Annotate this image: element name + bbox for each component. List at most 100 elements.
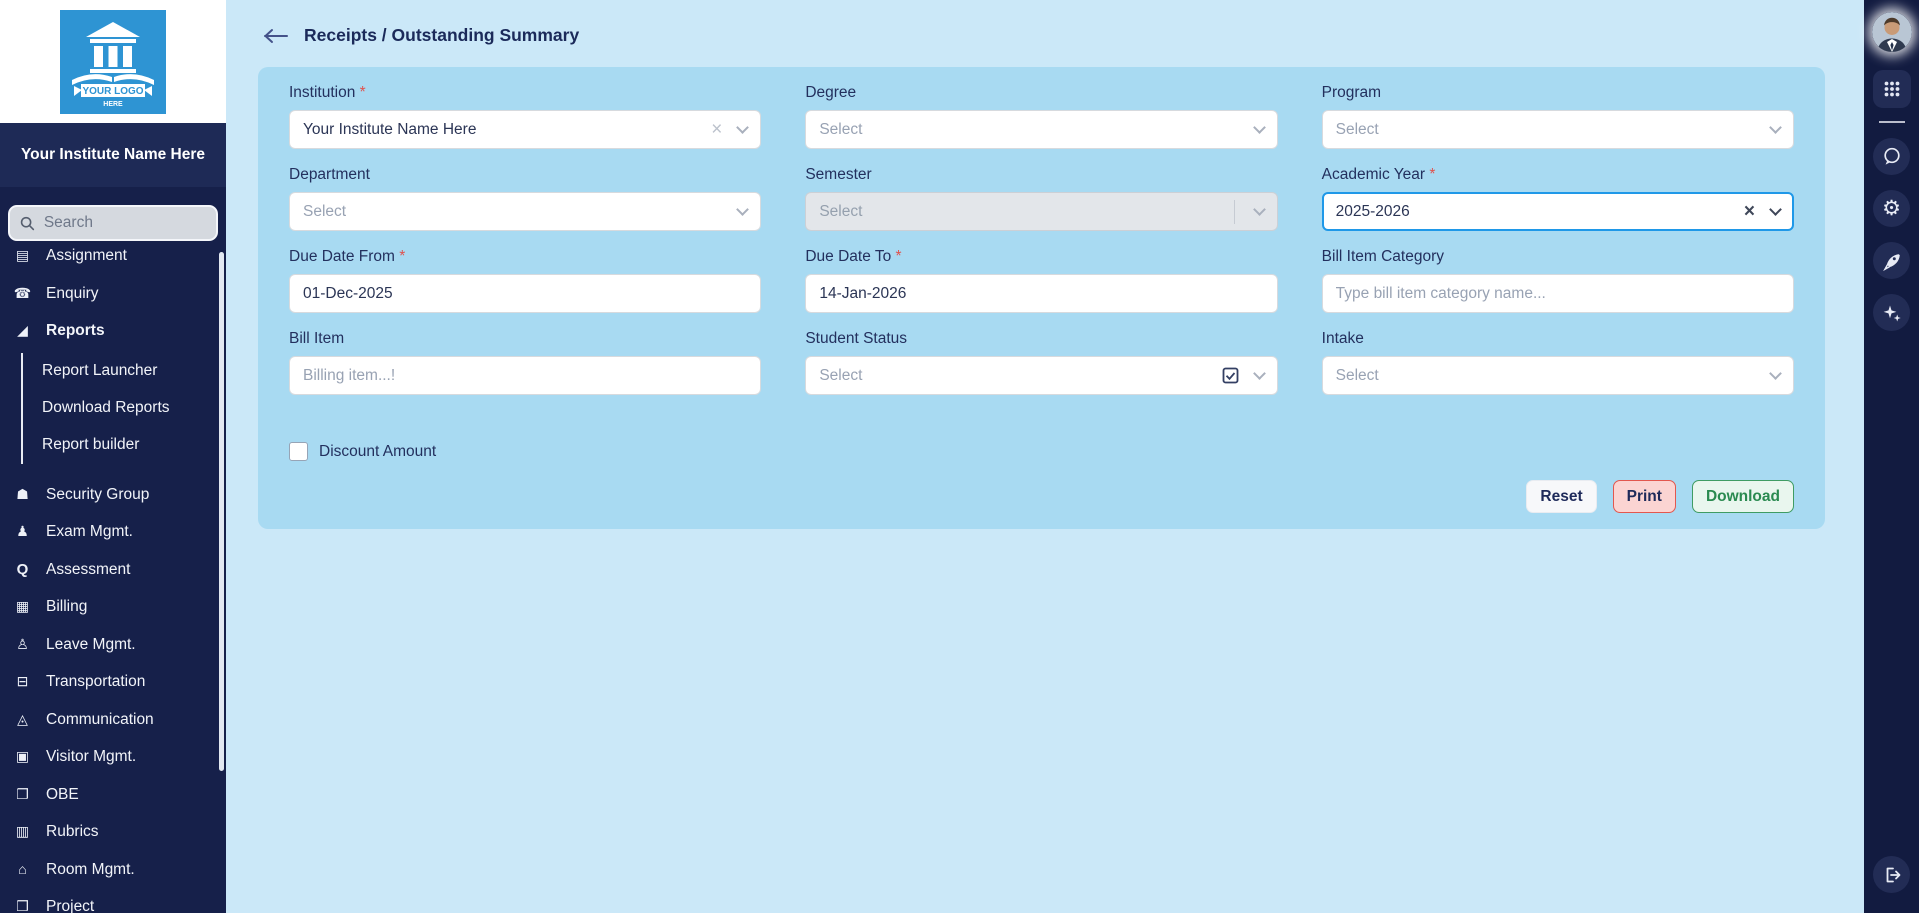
user-avatar[interactable]	[1872, 12, 1912, 52]
rubrics-icon: ▥	[13, 822, 32, 842]
download-button[interactable]: Download	[1692, 480, 1794, 513]
sidebar-item-reports[interactable]: ◢Reports	[0, 312, 226, 350]
due-date-from-input[interactable]	[289, 274, 761, 313]
institution-label: Institution *	[289, 84, 761, 102]
field-student-status: Student Status Select	[805, 313, 1277, 395]
reset-button[interactable]: Reset	[1526, 480, 1596, 513]
enquiry-icon: ☎	[13, 284, 32, 304]
print-button[interactable]: Print	[1613, 480, 1676, 513]
sidebar-item-exam-mgmt[interactable]: ♟ Exam Mgmt.	[0, 513, 226, 551]
clear-icon[interactable]: ×	[1744, 202, 1755, 221]
sidebar-item-assessment[interactable]: Q Assessment	[0, 551, 226, 589]
sidebar-item-project[interactable]: ❒Project	[0, 888, 226, 913]
discount-amount-checkbox[interactable]	[289, 442, 308, 461]
back-arrow-icon[interactable]	[263, 28, 289, 44]
search-input[interactable]	[44, 214, 206, 232]
exam-mgmt-icon: ♟	[13, 522, 32, 542]
sidebar-item-label: Exam Mgmt.	[46, 522, 133, 542]
leave-mgmt-icon: ♙	[13, 635, 32, 655]
academic-year-label: Academic Year *	[1322, 166, 1794, 184]
academic-year-value: 2025-2026	[1336, 203, 1410, 221]
semester-label: Semester	[805, 166, 1277, 184]
svg-text:YOUR LOGO: YOUR LOGO	[82, 86, 143, 97]
filter-card: Institution *Your Institute Name Here×De…	[258, 67, 1825, 529]
assignment-icon: ▤	[13, 246, 32, 266]
sidebar-subitem-download-reports[interactable]: Download Reports	[42, 390, 226, 427]
department-select[interactable]: Select	[289, 192, 761, 231]
reports-submenu: Report LauncherDownload ReportsReport bu…	[21, 353, 226, 464]
security-group-icon: ☗	[13, 485, 32, 505]
student-status-value: Select	[819, 367, 862, 385]
sidebar-item-visitor-mgmt[interactable]: ▣ Visitor Mgmt.	[0, 738, 226, 776]
sidebar-item-label: Project	[46, 897, 94, 913]
launch-button[interactable]	[1873, 242, 1910, 279]
sidebar-search[interactable]	[8, 205, 218, 241]
communication-icon: ◬	[13, 710, 32, 730]
sidebar-item-label: Enquiry	[46, 284, 99, 304]
sidebar-item-transportation[interactable]: ⊟ Transportation	[0, 663, 226, 701]
sidebar-subitem-report-builder[interactable]: Report builder	[42, 427, 226, 464]
degree-value: Select	[819, 121, 862, 139]
chevron-down-icon	[1253, 367, 1266, 380]
field-semester: Semester Select	[805, 149, 1277, 231]
intake-value: Select	[1336, 367, 1379, 385]
required-asterisk: *	[891, 248, 901, 265]
logout-button[interactable]	[1873, 856, 1910, 893]
academic-year-select[interactable]: 2025-2026 ×	[1322, 192, 1794, 231]
sidebar-item-security-group[interactable]: ☗ Security Group	[0, 476, 226, 514]
sidebar-item-label: Transportation	[46, 672, 145, 692]
bill-item-category-input[interactable]	[1322, 274, 1794, 313]
sidebar-item-leave-mgmt[interactable]: ♙ Leave Mgmt.	[0, 626, 226, 664]
sidebar-item-label: OBE	[46, 785, 79, 805]
degree-select[interactable]: Select	[805, 110, 1277, 149]
bill-item-input[interactable]	[289, 356, 761, 395]
institution-select[interactable]: Your Institute Name Here ×	[289, 110, 761, 149]
apps-grid-button[interactable]	[1873, 70, 1911, 108]
field-institution: Institution * Your Institute Name Here ×	[289, 84, 761, 149]
semester-value: Select	[819, 203, 862, 221]
chat-button[interactable]	[1873, 138, 1910, 175]
sidebar-subitem-report-launcher[interactable]: Report Launcher	[42, 353, 226, 390]
institution-value: Your Institute Name Here	[303, 121, 476, 139]
sidebar-item-enquiry[interactable]: ☎ Enquiry	[0, 275, 226, 313]
settings-button[interactable]: ⚙	[1873, 190, 1910, 227]
student-status-label: Student Status	[805, 330, 1277, 348]
sidebar-item-label: Billing	[46, 597, 87, 617]
sidebar-item-label: Security Group	[46, 485, 149, 505]
logout-icon	[1882, 865, 1902, 885]
sidebar-item-label: Leave Mgmt.	[46, 635, 136, 655]
due-date-to-label: Due Date To *	[805, 248, 1277, 266]
clear-icon[interactable]: ×	[711, 120, 722, 139]
assessment-icon: Q	[13, 560, 32, 580]
semester-icons	[1234, 200, 1264, 224]
chevron-down-icon	[736, 121, 749, 134]
sidebar-item-room-mgmt[interactable]: ⌂Room Mgmt.	[0, 851, 226, 889]
sidebar-item-obe[interactable]: ❐OBE	[0, 776, 226, 814]
sidebar-item-assignment[interactable]: ▤Assignment	[0, 246, 226, 275]
student-status-icons	[1222, 367, 1264, 384]
sidebar-item-rubrics[interactable]: ▥Rubrics	[0, 813, 226, 851]
intake-select[interactable]: Select	[1322, 356, 1794, 395]
gear-icon: ⚙	[1882, 198, 1901, 219]
sidebar-scrollbar[interactable]	[219, 252, 224, 771]
transportation-icon: ⊟	[13, 672, 32, 692]
sparkles-icon	[1882, 303, 1902, 323]
program-select[interactable]: Select	[1322, 110, 1794, 149]
sidebar-item-label: Visitor Mgmt.	[46, 747, 136, 767]
ai-assist-button[interactable]	[1873, 294, 1910, 331]
visitor-mgmt-icon: ▣	[13, 747, 32, 767]
page-header: Receipts / Outstanding Summary	[226, 0, 1864, 46]
page-title: Receipts / Outstanding Summary	[304, 25, 579, 46]
grid-icon	[1883, 80, 1901, 98]
chevron-down-icon	[1769, 367, 1782, 380]
semester-select[interactable]: Select	[805, 192, 1277, 231]
right-rail: ⚙	[1864, 0, 1919, 913]
due-date-from-label: Due Date From *	[289, 248, 761, 266]
institute-logo: YOUR LOGO HERE	[60, 10, 166, 114]
main-content: Receipts / Outstanding Summary Instituti…	[226, 0, 1864, 913]
sidebar-item-label: Assessment	[46, 560, 130, 580]
sidebar-item-billing[interactable]: ▦Billing	[0, 588, 226, 626]
sidebar-item-communication[interactable]: ◬Communication	[0, 701, 226, 739]
student-status-select[interactable]: Select	[805, 356, 1277, 395]
due-date-to-input[interactable]	[805, 274, 1277, 313]
